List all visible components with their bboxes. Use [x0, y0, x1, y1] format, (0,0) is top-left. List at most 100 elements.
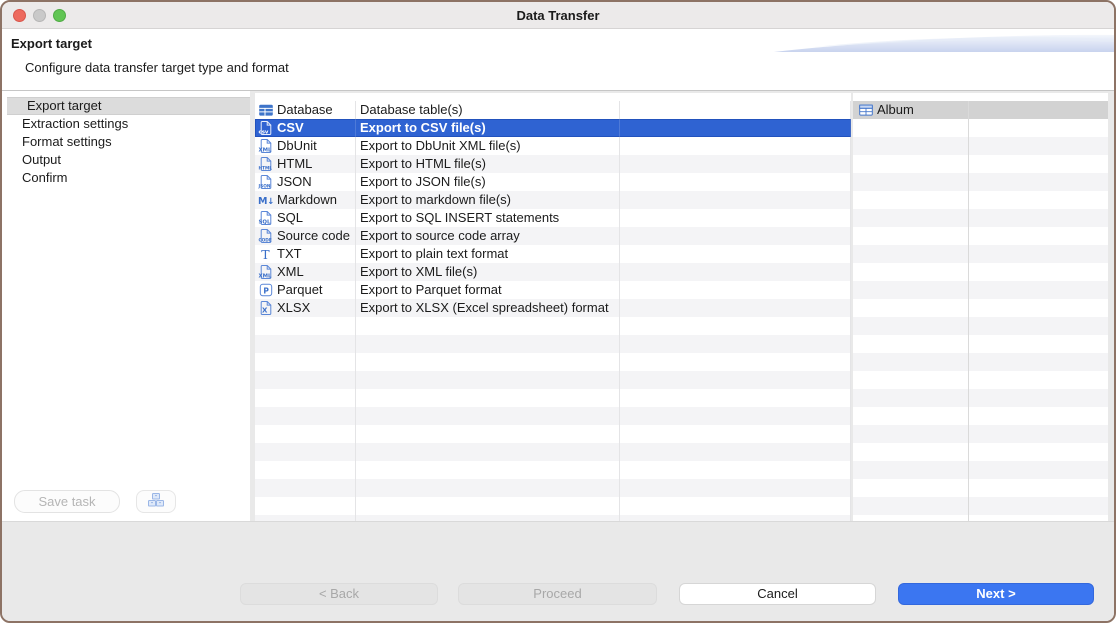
empty-cell — [356, 461, 620, 479]
exporter-row-json[interactable]: JSONJSONExport to JSON file(s) — [255, 173, 851, 191]
empty-cell — [853, 389, 969, 407]
exporter-extra-cell — [620, 263, 851, 281]
exporter-row-database[interactable]: DatabaseDatabase table(s) — [255, 101, 851, 119]
exporter-description: Export to source code array — [356, 227, 620, 245]
empty-cell — [620, 479, 851, 497]
empty-cell — [969, 407, 1108, 425]
exporter-name-cell: XXLSX — [255, 299, 356, 317]
empty-cell — [255, 479, 356, 497]
sidebar-item-format-settings[interactable]: Format settings — [2, 133, 250, 151]
exporter-description: Export to HTML file(s) — [356, 155, 620, 173]
wizard-steps-panel: Export targetExtraction settingsFormat s… — [2, 91, 250, 521]
exporter-extra-cell — [620, 137, 851, 155]
exporter-row-sql[interactable]: SQLSQLExport to SQL INSERT statements — [255, 209, 851, 227]
exporter-label: XLSX — [277, 299, 310, 317]
sidebar-item-output[interactable]: Output — [2, 151, 250, 169]
empty-cell — [853, 479, 969, 497]
next-button[interactable]: Next > — [898, 583, 1094, 605]
exporter-row-csv[interactable]: csvCSVExport to CSV file(s) — [255, 119, 851, 137]
exporter-row-html[interactable]: HTMLHTMLExport to HTML file(s) — [255, 155, 851, 173]
empty-cell — [969, 353, 1108, 371]
empty-row — [255, 317, 851, 335]
empty-cell — [969, 137, 1108, 155]
empty-cell — [969, 119, 1108, 137]
empty-cell — [853, 317, 969, 335]
exporter-label: XML — [277, 263, 304, 281]
exporter-extra-cell — [620, 173, 851, 191]
empty-cell — [255, 335, 356, 353]
table-icon — [258, 102, 274, 118]
exporter-extra-cell — [620, 227, 851, 245]
exporter-row-markdown[interactable]: M↓MarkdownExport to markdown file(s) — [255, 191, 851, 209]
table-icon — [858, 102, 874, 118]
exporter-row-dbunit[interactable]: XMLDbUnitExport to DbUnit XML file(s) — [255, 137, 851, 155]
exporter-label: CSV — [277, 119, 304, 137]
empty-cell — [620, 425, 851, 443]
svg-text:M: M — [258, 196, 267, 207]
empty-cell — [356, 479, 620, 497]
empty-cell — [853, 119, 969, 137]
exporter-description: Database table(s) — [356, 101, 620, 119]
empty-cell — [969, 227, 1108, 245]
empty-row — [255, 353, 851, 371]
exporter-label: Markdown — [277, 191, 337, 209]
exporter-extra-cell — [620, 299, 851, 317]
back-button[interactable]: < Back — [240, 583, 438, 605]
sidebar-item-confirm[interactable]: Confirm — [2, 169, 250, 187]
file-icon: JSON — [258, 174, 274, 190]
exporter-description: Export to SQL INSERT statements — [356, 209, 620, 227]
exporter-label: Parquet — [277, 281, 323, 299]
svg-text:HTML: HTML — [259, 166, 273, 172]
empty-row — [853, 479, 1108, 497]
exporter-extra-cell — [620, 101, 851, 119]
empty-row — [853, 263, 1108, 281]
empty-cell — [853, 263, 969, 281]
empty-row — [853, 425, 1108, 443]
empty-row — [255, 407, 851, 425]
close-icon[interactable] — [13, 9, 26, 22]
exporter-name-cell: XMLDbUnit — [255, 137, 356, 155]
empty-cell — [853, 425, 969, 443]
empty-cell — [853, 407, 969, 425]
empty-cell — [969, 425, 1108, 443]
empty-cell — [620, 443, 851, 461]
banner-swoosh-decoration — [774, 33, 1114, 53]
exporter-description: Export to markdown file(s) — [356, 191, 620, 209]
empty-cell — [969, 263, 1108, 281]
save-task-button[interactable]: Save task — [14, 490, 120, 513]
exporter-row-xml[interactable]: XMLXMLExport to XML file(s) — [255, 263, 851, 281]
empty-cell — [969, 497, 1108, 515]
cancel-button[interactable]: Cancel — [679, 583, 876, 605]
zoom-icon[interactable] — [53, 9, 66, 22]
exporter-row-txt[interactable]: TTXTExport to plain text format — [255, 245, 851, 263]
titlebar: Data Transfer — [2, 2, 1114, 29]
empty-cell — [255, 407, 356, 425]
exporter-name-cell: HTMLHTML — [255, 155, 356, 173]
exporter-row-source-code[interactable]: CODESource codeExport to source code arr… — [255, 227, 851, 245]
minimize-icon[interactable] — [33, 9, 46, 22]
empty-cell — [969, 479, 1108, 497]
source-row-album[interactable]: Album — [853, 101, 1108, 119]
exporter-row-xlsx[interactable]: XXLSXExport to XLSX (Excel spreadsheet) … — [255, 299, 851, 317]
page-subtitle: Configure data transfer target type and … — [25, 60, 289, 75]
empty-row — [255, 479, 851, 497]
task-settings-button[interactable] — [136, 490, 176, 513]
empty-cell — [969, 461, 1108, 479]
sidebar-item-extraction-settings[interactable]: Extraction settings — [2, 115, 250, 133]
exporter-extra-cell — [620, 191, 851, 209]
exporter-extra-cell — [620, 119, 851, 137]
empty-row — [853, 299, 1108, 317]
exporter-row-parquet[interactable]: PParquetExport to Parquet format — [255, 281, 851, 299]
empty-cell — [620, 317, 851, 335]
proceed-button[interactable]: Proceed — [458, 583, 657, 605]
svg-text:P: P — [263, 287, 269, 296]
empty-cell — [969, 443, 1108, 461]
empty-cell — [969, 335, 1108, 353]
svg-text:T: T — [261, 247, 270, 262]
empty-cell — [356, 407, 620, 425]
wizard-steps-list: Export targetExtraction settingsFormat s… — [2, 91, 250, 187]
file-icon: CODE — [258, 228, 274, 244]
exporter-extra-cell — [620, 155, 851, 173]
empty-cell — [969, 209, 1108, 227]
sidebar-item-export-target[interactable]: Export target — [7, 97, 250, 115]
